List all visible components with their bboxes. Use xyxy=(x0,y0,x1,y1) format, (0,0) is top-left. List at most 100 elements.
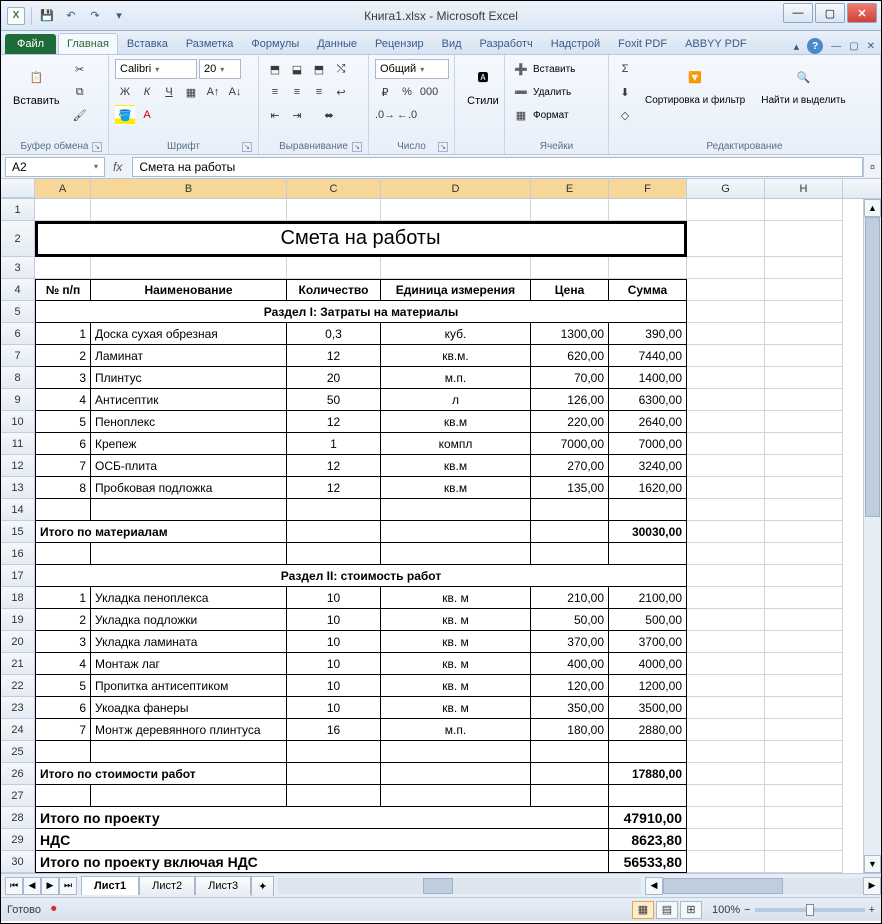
format-painter-button[interactable]: 🖌 xyxy=(70,105,90,125)
cell[interactable] xyxy=(381,763,531,785)
cell[interactable]: кв. м xyxy=(381,609,531,631)
cell[interactable]: 1400,00 xyxy=(609,367,687,389)
tab-view[interactable]: Вид xyxy=(433,33,471,54)
cell[interactable] xyxy=(531,199,609,221)
cell[interactable] xyxy=(687,257,765,279)
cell[interactable] xyxy=(687,199,765,221)
cell[interactable] xyxy=(765,741,843,763)
cell[interactable]: Раздел I: Затраты на материалы xyxy=(35,301,687,323)
cell[interactable] xyxy=(687,477,765,499)
tab-layout[interactable]: Разметка xyxy=(177,33,243,54)
cell[interactable] xyxy=(765,389,843,411)
cell[interactable]: 120,00 xyxy=(531,675,609,697)
minimize-button[interactable]: — xyxy=(783,3,813,23)
cell[interactable] xyxy=(609,785,687,807)
cell[interactable] xyxy=(765,807,843,829)
cell[interactable] xyxy=(687,367,765,389)
cell[interactable]: кв. м xyxy=(381,653,531,675)
cell[interactable] xyxy=(91,785,287,807)
percent-button[interactable]: % xyxy=(397,82,417,102)
expand-formula-bar[interactable]: ¤ xyxy=(863,157,881,177)
cell[interactable] xyxy=(687,521,765,543)
cell[interactable] xyxy=(765,411,843,433)
cell[interactable]: кв. м xyxy=(381,697,531,719)
row-header[interactable]: 20 xyxy=(1,631,35,653)
row-header[interactable]: 28 xyxy=(1,807,35,829)
cell[interactable] xyxy=(381,543,531,565)
cell[interactable]: 3700,00 xyxy=(609,631,687,653)
cell[interactable]: Наименование xyxy=(91,279,287,301)
view-normal-button[interactable]: ▦ xyxy=(632,901,654,919)
cell[interactable]: 3 xyxy=(35,367,91,389)
cell[interactable]: 400,00 xyxy=(531,653,609,675)
row-header[interactable]: 21 xyxy=(1,653,35,675)
cell[interactable]: кв. м xyxy=(381,587,531,609)
cell[interactable]: Раздел II: стоимость работ xyxy=(35,565,687,587)
doc-restore-icon[interactable]: ▢ xyxy=(849,41,858,52)
fill-color-button[interactable]: 🪣 xyxy=(115,105,135,125)
cell[interactable]: Монтаж лаг xyxy=(91,653,287,675)
cell[interactable]: НДС xyxy=(35,829,609,851)
cell[interactable] xyxy=(687,741,765,763)
cell[interactable]: 4000,00 xyxy=(609,653,687,675)
cell[interactable]: Плинтус xyxy=(91,367,287,389)
row-header[interactable]: 19 xyxy=(1,609,35,631)
cell[interactable] xyxy=(287,499,381,521)
cell[interactable] xyxy=(287,543,381,565)
col-header-H[interactable]: H xyxy=(765,179,843,198)
number-launcher[interactable]: ↘ xyxy=(438,142,448,152)
cell[interactable]: 5 xyxy=(35,411,91,433)
cell[interactable]: Пеноплекс xyxy=(91,411,287,433)
cell[interactable] xyxy=(609,257,687,279)
tab-review[interactable]: Рецензир xyxy=(366,33,433,54)
row-header[interactable]: 23 xyxy=(1,697,35,719)
tab-developer[interactable]: Разработч xyxy=(471,33,542,54)
cell[interactable] xyxy=(381,521,531,543)
cell[interactable]: л xyxy=(381,389,531,411)
cell[interactable] xyxy=(531,763,609,785)
row-header[interactable]: 8 xyxy=(1,367,35,389)
sheet-tab-3[interactable]: Лист3 xyxy=(195,876,251,895)
clear-button[interactable]: ◇ xyxy=(615,105,635,125)
cell[interactable]: кв. м xyxy=(381,675,531,697)
cell[interactable]: 10 xyxy=(287,675,381,697)
cell[interactable]: Пропитка антисептиком xyxy=(91,675,287,697)
cell[interactable]: 2 xyxy=(35,345,91,367)
cell[interactable]: 7 xyxy=(35,455,91,477)
cell[interactable] xyxy=(609,199,687,221)
excel-icon[interactable]: X xyxy=(7,7,25,25)
cell[interactable]: 7440,00 xyxy=(609,345,687,367)
cell[interactable] xyxy=(765,675,843,697)
zoom-slider[interactable] xyxy=(755,908,865,912)
qat-more-icon[interactable]: ▾ xyxy=(110,7,128,25)
cell[interactable]: 2 xyxy=(35,609,91,631)
cell[interactable]: 1 xyxy=(287,433,381,455)
cell[interactable] xyxy=(765,609,843,631)
sheet-nav-last[interactable]: ⏭ xyxy=(59,877,77,895)
undo-button[interactable]: ↶ xyxy=(62,7,80,25)
cell[interactable]: Укладка подложки xyxy=(91,609,287,631)
cell[interactable]: 1200,00 xyxy=(609,675,687,697)
cell[interactable]: 10 xyxy=(287,587,381,609)
help-button[interactable]: ? xyxy=(807,38,823,54)
cell[interactable] xyxy=(381,741,531,763)
cell[interactable]: № п/п xyxy=(35,279,91,301)
cell[interactable] xyxy=(765,499,843,521)
merge-button[interactable]: ⬌ xyxy=(309,105,349,125)
cell[interactable]: кв.м. xyxy=(381,345,531,367)
shrink-font-button[interactable]: A↓ xyxy=(225,82,245,102)
row-header[interactable]: 4 xyxy=(1,279,35,301)
cell[interactable]: 3 xyxy=(35,631,91,653)
cell[interactable]: 3500,00 xyxy=(609,697,687,719)
cell[interactable] xyxy=(765,697,843,719)
cell[interactable]: компл xyxy=(381,433,531,455)
font-launcher[interactable]: ↘ xyxy=(242,142,252,152)
cell[interactable] xyxy=(35,257,91,279)
cell[interactable] xyxy=(687,389,765,411)
find-select-button[interactable]: 🔍Найти и выделить xyxy=(755,59,851,108)
cell[interactable]: м.п. xyxy=(381,367,531,389)
cell[interactable]: Сумма xyxy=(609,279,687,301)
row-header[interactable]: 11 xyxy=(1,433,35,455)
horizontal-scroll-thumb[interactable] xyxy=(663,878,783,894)
row-header[interactable]: 7 xyxy=(1,345,35,367)
